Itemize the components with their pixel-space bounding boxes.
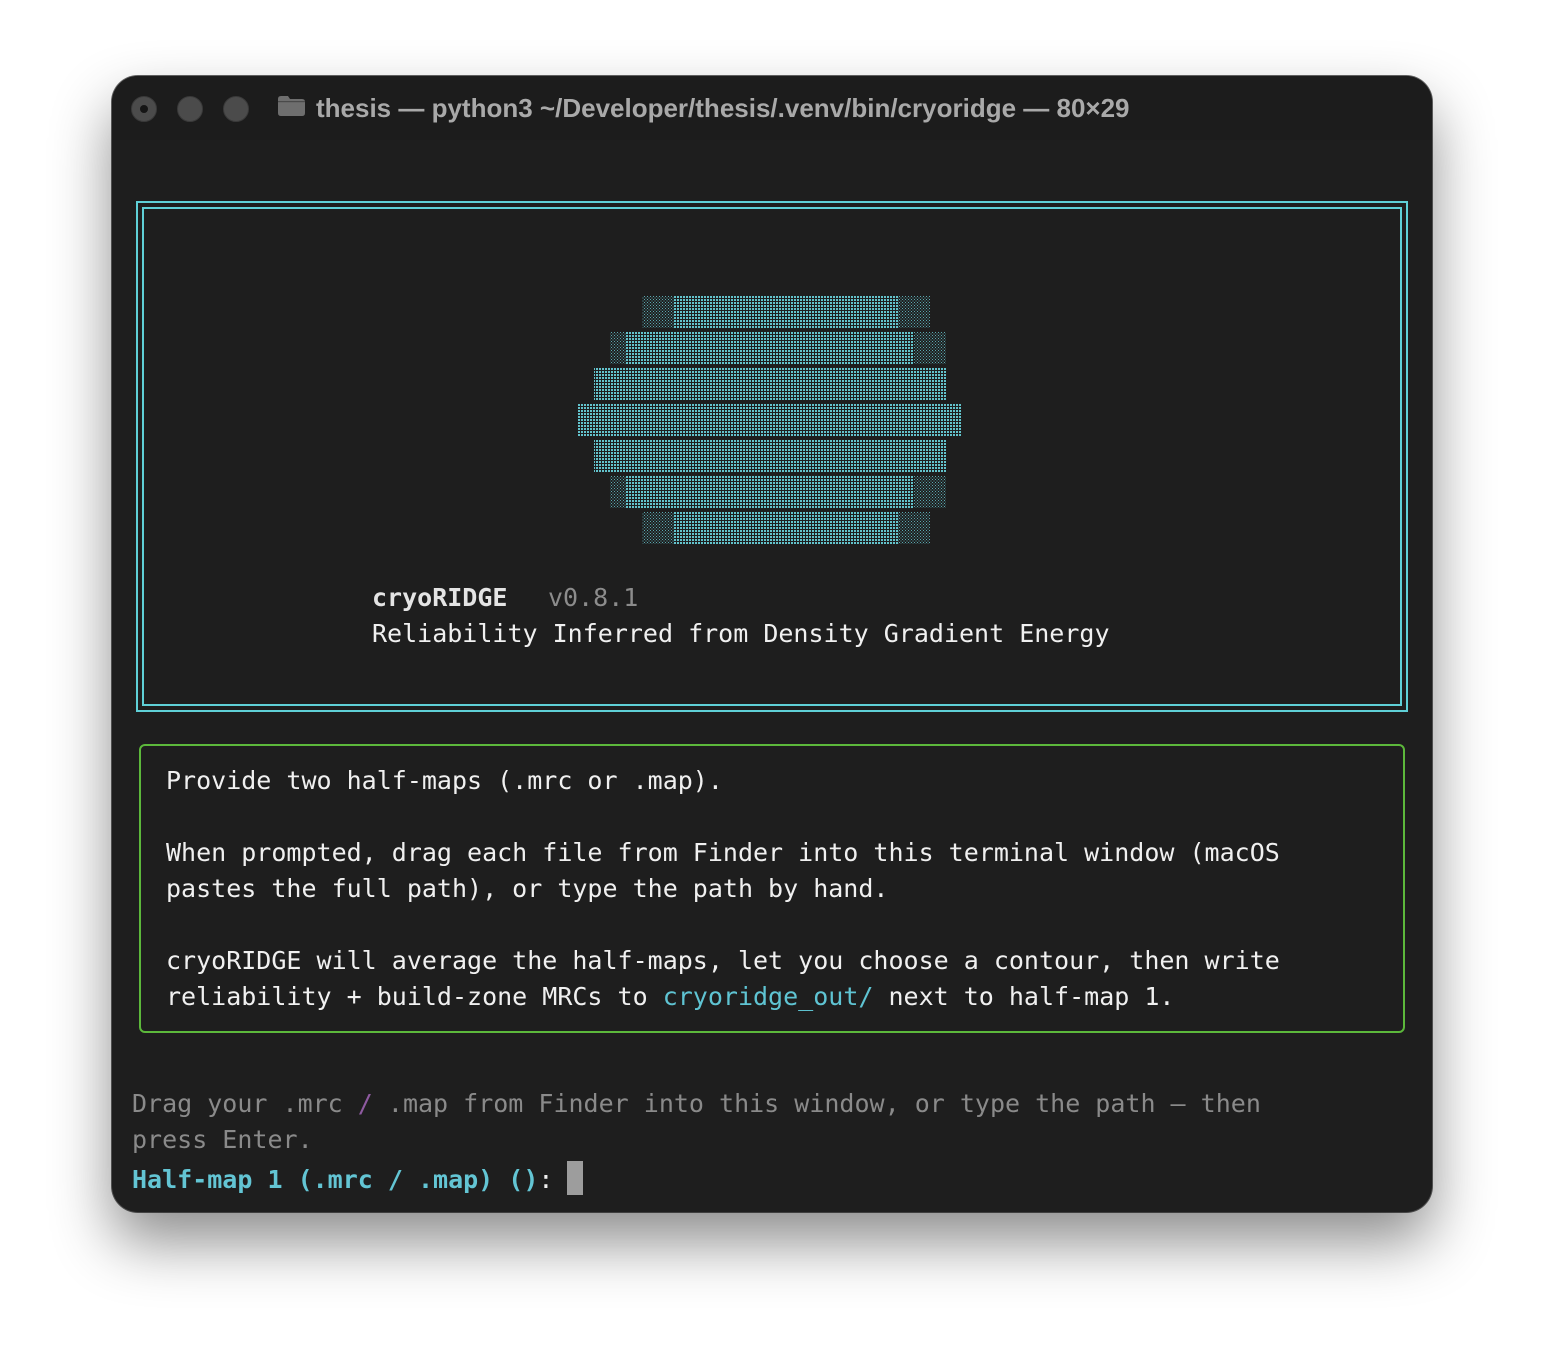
info-line: cryoRIDGE will average the half-maps, le… [166,946,1280,975]
app-name: cryoRIDGE [372,583,508,612]
prompt-label: Half-map 1 (.mrc / .map) () [132,1165,539,1194]
info-line: Provide two half-maps (.mrc or .map). [166,766,723,795]
output-dir-path: cryoridge_out/ [662,982,874,1011]
close-button[interactable] [131,96,157,122]
input-prompt[interactable]: Half-map 1 (.mrc / .map) (): [132,1161,584,1195]
hint-text: .map from Finder into this window, or ty… [372,1089,1261,1118]
zoom-button[interactable] [223,96,249,122]
info-line: When prompted, drag each file from Finde… [166,838,1280,867]
hint-slash: / [357,1089,373,1118]
hint-line: press Enter. [132,1125,313,1154]
density-logo-icon [578,296,962,544]
folder-icon [278,96,305,116]
terminal-window: thesis — python3 ~/Developer/thesis/.ven… [112,76,1432,1212]
hint-text: Drag your .mrc [132,1089,358,1118]
app-version: v0.8.1 [548,583,639,612]
window-title: thesis — python3 ~/Developer/thesis/.ven… [316,93,1130,123]
close-dot-icon [140,105,148,113]
info-line: reliability + build-zone MRCs to cryorid… [166,982,1174,1011]
terminal-content[interactable]: cryoRIDGE v0.8.1 Reliability Inferred fr… [112,140,1432,1212]
info-text: next to half-map 1. [873,982,1175,1011]
info-text: reliability + build-zone MRCs to [166,982,663,1011]
text-cursor[interactable] [567,1161,584,1195]
info-line: pastes the full path), or type the path … [166,874,889,903]
title-bar[interactable]: thesis — python3 ~/Developer/thesis/.ven… [112,76,1432,140]
instructions-panel: Provide two half-maps (.mrc or .map). Wh… [139,744,1405,1033]
app-tagline: Reliability Inferred from Density Gradie… [372,619,1110,648]
minimize-button[interactable] [177,96,203,122]
hint-line: Drag your .mrc / .map from Finder into t… [132,1089,1261,1118]
prompt-colon: : [538,1165,554,1194]
